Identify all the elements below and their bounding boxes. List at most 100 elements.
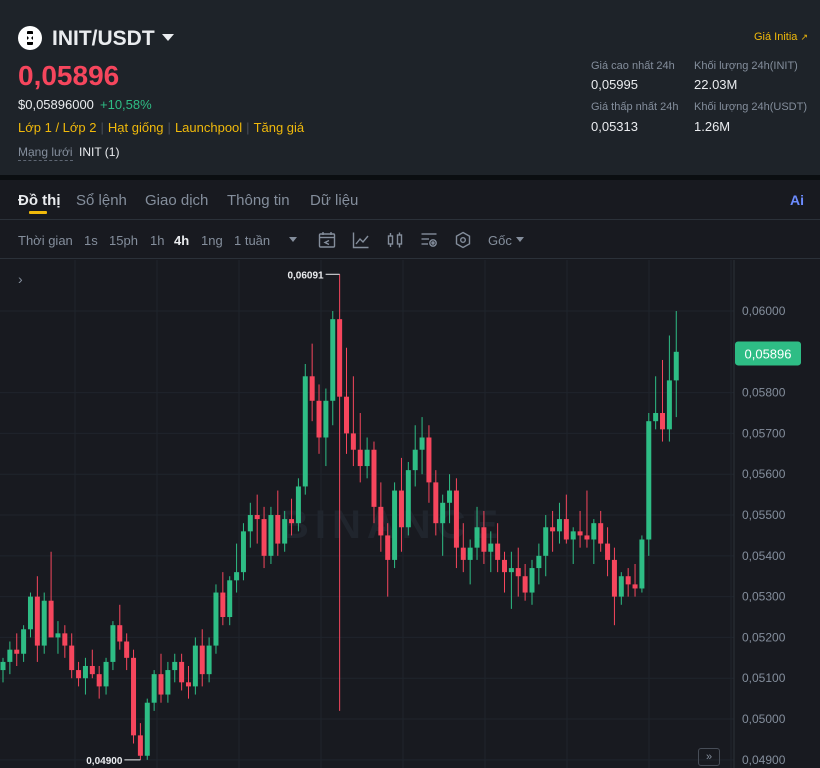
candle-body xyxy=(124,641,130,658)
tab-info[interactable]: Thông tin xyxy=(227,192,290,209)
candle-body xyxy=(82,665,88,679)
candle-body xyxy=(247,515,253,532)
candle-body xyxy=(392,490,398,560)
candle-body xyxy=(206,645,212,675)
candle-body xyxy=(76,670,82,679)
candle-body xyxy=(398,490,404,528)
candle-body xyxy=(467,547,473,560)
candle-body xyxy=(234,572,240,581)
network-label[interactable]: Mạng lưới xyxy=(18,145,73,161)
candle-body xyxy=(646,421,652,540)
pair-dropdown-icon[interactable] xyxy=(162,34,174,41)
candle-body xyxy=(502,559,508,573)
depth-settings-icon[interactable] xyxy=(420,231,438,249)
candle-body xyxy=(460,547,466,560)
candle-body xyxy=(673,351,679,381)
interval-more-icon[interactable] xyxy=(289,237,297,242)
active-tab-indicator xyxy=(29,211,47,214)
tab-orderbook[interactable]: Sổ lệnh xyxy=(76,192,127,209)
candlestick-chart[interactable]: 0,06000 0,05800 0,05700 0,05600 0,05500 0,054… xyxy=(0,260,820,768)
candle-body xyxy=(522,576,528,593)
interval-1w[interactable]: 1 tuần xyxy=(234,233,270,248)
candle-body xyxy=(268,515,274,556)
base-selector[interactable]: Gốc xyxy=(488,233,512,248)
candle-body xyxy=(295,486,301,524)
candle-body xyxy=(41,600,47,646)
candle-body xyxy=(515,568,521,577)
tab-chart[interactable]: Đồ thị xyxy=(18,192,61,209)
price-info-link[interactable]: Giá Initia ↗ xyxy=(754,31,808,43)
candle-type-icon[interactable] xyxy=(386,231,404,249)
vol-quote-value: 1.26M xyxy=(694,119,731,134)
usd-price: $0,05896000 xyxy=(18,97,94,112)
y-axis-tick-label: 0,06000 xyxy=(742,304,786,318)
candle-body xyxy=(660,413,666,430)
tag-launchpool[interactable]: Launchpool xyxy=(175,120,242,135)
candle-body xyxy=(220,592,226,618)
candle-body xyxy=(412,449,418,471)
candle-body xyxy=(316,400,322,438)
candle-body xyxy=(385,535,391,560)
candle-body xyxy=(185,682,191,687)
interval-1s[interactable]: 1s xyxy=(84,233,98,248)
candle-body xyxy=(192,645,198,687)
candle-body xyxy=(275,515,281,544)
tag-gainers[interactable]: Tăng giá xyxy=(254,120,305,135)
pair-title[interactable]: INIT/USDT xyxy=(52,27,155,51)
candle-body xyxy=(199,645,205,675)
high-24h-value: 0,05995 xyxy=(591,77,638,92)
network-value: INIT (1) xyxy=(79,145,120,159)
candle-body xyxy=(350,433,356,450)
tab-trades[interactable]: Giao dịch xyxy=(145,192,208,209)
y-axis-tick-label: 0,05500 xyxy=(742,508,786,522)
hexagon-settings-icon[interactable] xyxy=(454,231,472,249)
vol-quote-label: Khối lượng 24h(USDT) xyxy=(694,101,808,113)
candle-body xyxy=(453,490,459,548)
current-price-label: 0,05896 xyxy=(745,346,792,361)
candle-body xyxy=(447,490,453,503)
expand-panel-icon[interactable]: › xyxy=(18,271,23,287)
y-axis-tick-label: 0,05700 xyxy=(742,426,786,440)
candle-body xyxy=(309,376,315,401)
interval-1h[interactable]: 1h xyxy=(150,233,164,248)
indicator-settings-icon[interactable] xyxy=(318,231,336,249)
low-24h-value: 0,05313 xyxy=(591,119,638,134)
price-change: +10,58% xyxy=(100,97,152,112)
candle-body xyxy=(508,568,514,573)
candle-body xyxy=(151,674,157,703)
candle-body xyxy=(158,674,164,695)
candle-body xyxy=(7,649,13,662)
candle-body xyxy=(172,661,178,671)
tag-seed[interactable]: Hạt giống xyxy=(108,120,164,135)
candle-body xyxy=(165,670,171,695)
candle-body xyxy=(103,661,109,687)
candle-body xyxy=(378,506,384,536)
candle-body xyxy=(488,543,494,552)
candle-body xyxy=(625,576,631,585)
interval-4h[interactable]: 4h xyxy=(174,233,189,248)
high-marker-label: 0,06091 xyxy=(287,270,324,281)
tab-bar: Đồ thị Sổ lệnh Giao dịch Thông tin Dữ li… xyxy=(0,180,820,220)
external-link-icon: ↗ xyxy=(800,32,809,42)
candle-body xyxy=(62,633,68,646)
tab-data[interactable]: Dữ liệu xyxy=(310,192,358,209)
candle-body xyxy=(419,437,425,450)
candle-body xyxy=(282,519,288,544)
y-axis-tick-label: 0,05300 xyxy=(742,590,786,604)
scroll-to-latest-icon[interactable]: » xyxy=(698,748,720,766)
candle-body xyxy=(254,515,260,520)
candle-body xyxy=(371,449,377,507)
base-dropdown-icon[interactable] xyxy=(516,237,524,242)
candle-body xyxy=(213,592,219,646)
y-axis-tick-label: 0,05600 xyxy=(742,467,786,481)
candle-body xyxy=(653,413,659,422)
tag-layer[interactable]: Lớp 1 / Lớp 2 xyxy=(18,120,97,135)
candle-body xyxy=(227,580,233,618)
candle-body xyxy=(302,376,308,487)
ai-button[interactable]: Ai xyxy=(790,192,804,208)
candle-body xyxy=(323,400,329,438)
y-axis-tick-label: 0,05400 xyxy=(742,549,786,563)
line-chart-icon[interactable] xyxy=(352,231,370,249)
interval-1d[interactable]: 1ng xyxy=(201,233,223,248)
interval-15m[interactable]: 15ph xyxy=(109,233,138,248)
